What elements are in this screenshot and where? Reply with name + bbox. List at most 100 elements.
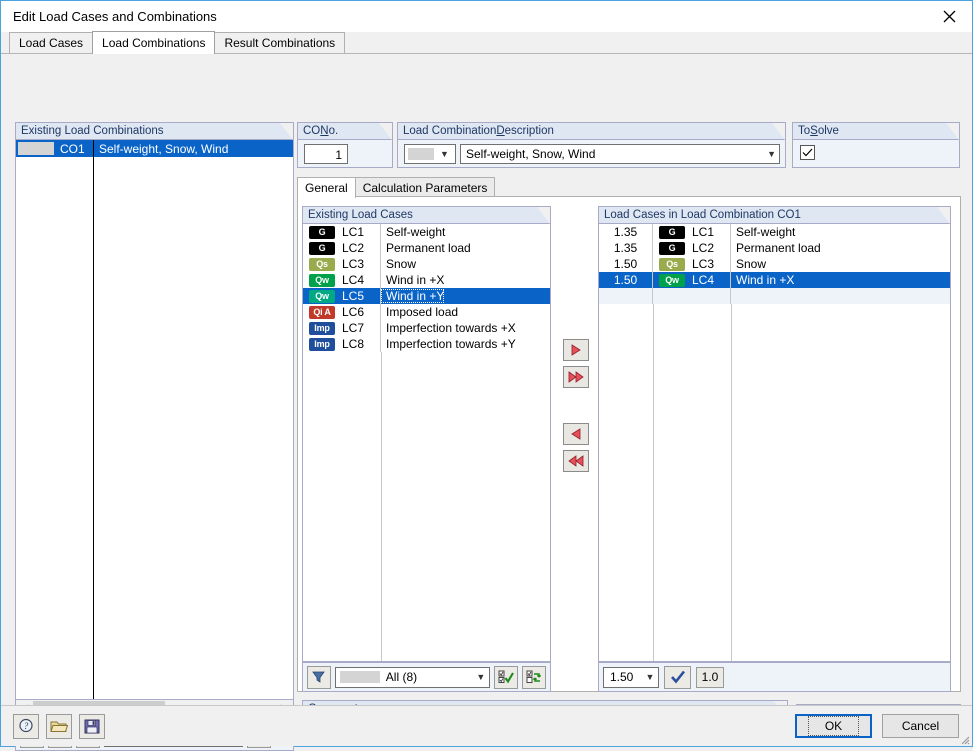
table-row[interactable]: 1.35 G LC2 Permanent load <box>599 240 950 256</box>
empty-row <box>16 276 293 293</box>
list-item[interactable]: Qw LC5 Wind in +Y <box>303 288 550 304</box>
empty-row <box>16 531 293 548</box>
filter-value: All (8) <box>385 670 418 684</box>
load-case-name: Wind in +Y <box>381 289 445 303</box>
load-case-id: LC5 <box>342 289 365 303</box>
column-divider <box>381 352 382 661</box>
load-case-badge: Qw <box>309 289 335 303</box>
empty-row <box>16 582 293 599</box>
to-solve-checkbox[interactable] <box>800 145 815 160</box>
ok-button[interactable]: OK <box>795 714 872 738</box>
load-case-name: Imposed load <box>386 305 459 319</box>
load-case-id: LC4 <box>342 273 365 287</box>
load-case-badge: Qw <box>659 273 685 287</box>
tab-general[interactable]: General <box>297 177 356 198</box>
description-input[interactable]: Self-weight, Snow, Wind ▼ <box>460 144 780 164</box>
combination-factor-toolbar: 1.50 ▼ 1.0 <box>598 662 951 692</box>
blue-checkmark-icon <box>670 670 685 684</box>
load-case-name: Snow <box>736 257 767 271</box>
cancel-button[interactable]: Cancel <box>882 714 959 738</box>
open-folder-icon[interactable] <box>46 713 72 739</box>
load-case-badge: Qw <box>309 273 335 287</box>
move-all-right-button[interactable] <box>563 366 589 388</box>
chevron-down-icon: ▼ <box>767 149 776 159</box>
main-tab-strip: Load Cases Load Combinations Result Comb… <box>1 31 972 54</box>
load-case-id: LC4 <box>692 273 715 287</box>
list-item[interactable]: Imp LC8 Imperfection towards +Y <box>303 336 550 352</box>
tab-load-cases[interactable]: Load Cases <box>9 32 94 53</box>
empty-row <box>16 599 293 616</box>
move-all-left-button[interactable] <box>563 450 589 472</box>
load-cases-filter-select[interactable]: All (8) ▼ <box>334 666 491 688</box>
list-item[interactable]: Qs LC3 Snow <box>303 256 550 272</box>
list-item[interactable]: G LC2 Permanent load <box>303 240 550 256</box>
load-case-name: Wind in +X <box>736 273 795 287</box>
load-case-badge: G <box>659 241 685 255</box>
load-case-name: Imperfection towards +X <box>386 321 516 335</box>
tab-label: General <box>305 181 348 195</box>
chevron-down-icon: ▼ <box>476 672 486 682</box>
help-icon[interactable]: ? <box>13 713 39 739</box>
chevron-down-icon: ▼ <box>645 672 655 682</box>
empty-row <box>16 327 293 344</box>
cancel-label: Cancel <box>901 719 940 733</box>
invert-selection-icon[interactable] <box>522 665 546 689</box>
empty-row <box>16 446 293 463</box>
factor-value: 1.50 <box>610 670 634 684</box>
load-cases-list[interactable]: G LC1 Self-weight G LC2 Permanent load Qs L… <box>303 224 550 661</box>
combination-load-cases-list[interactable]: 1.35 G LC1 Self-weight 1.35 G LC2 Permanen… <box>599 224 950 661</box>
unity-factor-button[interactable]: 1.0 <box>696 666 724 688</box>
empty-row <box>16 225 293 242</box>
list-item[interactable]: Imp LC7 Imperfection towards +X <box>303 320 550 336</box>
empty-row <box>16 412 293 429</box>
dialog-content: Existing Load Combinations CO1 Self-weig… <box>1 53 972 751</box>
apply-factor-button[interactable] <box>664 665 691 689</box>
load-case-badge: G <box>659 225 685 239</box>
filter-funnel-icon[interactable] <box>307 665 331 689</box>
column-divider <box>731 304 732 661</box>
list-item[interactable]: G LC1 Self-weight <box>303 224 550 240</box>
panel-header: CO No. <box>298 123 392 140</box>
save-disk-icon[interactable] <box>79 713 105 739</box>
load-case-id: LC2 <box>342 241 365 255</box>
load-case-name: Permanent load <box>736 241 821 255</box>
table-row[interactable]: 1.35 G LC1 Self-weight <box>599 224 950 240</box>
tab-result-combinations[interactable]: Result Combinations <box>214 32 346 53</box>
load-case-badge: G <box>309 241 335 255</box>
load-case-name: Wind in +X <box>386 273 445 287</box>
move-right-button[interactable] <box>563 339 589 361</box>
close-icon[interactable] <box>927 1 972 31</box>
arrow-left-icon <box>571 428 581 440</box>
table-row[interactable]: CO1 Self-weight, Snow, Wind <box>16 140 293 157</box>
table-row[interactable]: 1.50 Qw LC4 Wind in +X <box>599 272 950 288</box>
empty-row <box>16 191 293 208</box>
panel-header: Load Combination Description <box>398 123 785 140</box>
load-cases-toolbar: All (8) ▼ <box>302 662 551 692</box>
empty-row <box>16 344 293 361</box>
empty-row <box>16 378 293 395</box>
empty-row <box>16 480 293 497</box>
move-left-button[interactable] <box>563 423 589 445</box>
combination-id-cell: CO1 <box>16 140 94 157</box>
tab-calculation-parameters[interactable]: Calculation Parameters <box>354 177 496 197</box>
list-item[interactable]: Qi A LC6 Imposed load <box>303 304 550 320</box>
tab-load-combinations[interactable]: Load Combinations <box>92 31 216 54</box>
resize-grip[interactable] <box>958 733 970 745</box>
table-row[interactable]: 1.50 Qs LC3 Snow <box>599 256 950 272</box>
empty-row <box>16 548 293 565</box>
co-number-input[interactable]: 1 <box>304 144 348 164</box>
dialog-window: Edit Load Cases and Combinations Load Ca… <box>0 0 973 751</box>
load-case-badge: Qs <box>309 257 335 271</box>
combination-description: Self-weight, Snow, Wind <box>99 141 229 156</box>
dialog-footer: ? OK Cancel <box>1 705 972 746</box>
combinations-list[interactable]: CO1 Self-weight, Snow, Wind <box>16 140 293 699</box>
description-type-select[interactable]: ▼ <box>404 144 456 164</box>
list-item[interactable]: Qw LC4 Wind in +X <box>303 272 550 288</box>
select-all-icon[interactable] <box>494 665 519 689</box>
load-case-badge: Imp <box>309 321 335 335</box>
load-case-id: LC7 <box>342 321 365 335</box>
empty-row <box>16 684 293 699</box>
factor-select[interactable]: 1.50 ▼ <box>603 666 659 688</box>
empty-row <box>16 514 293 531</box>
empty-row <box>16 429 293 446</box>
